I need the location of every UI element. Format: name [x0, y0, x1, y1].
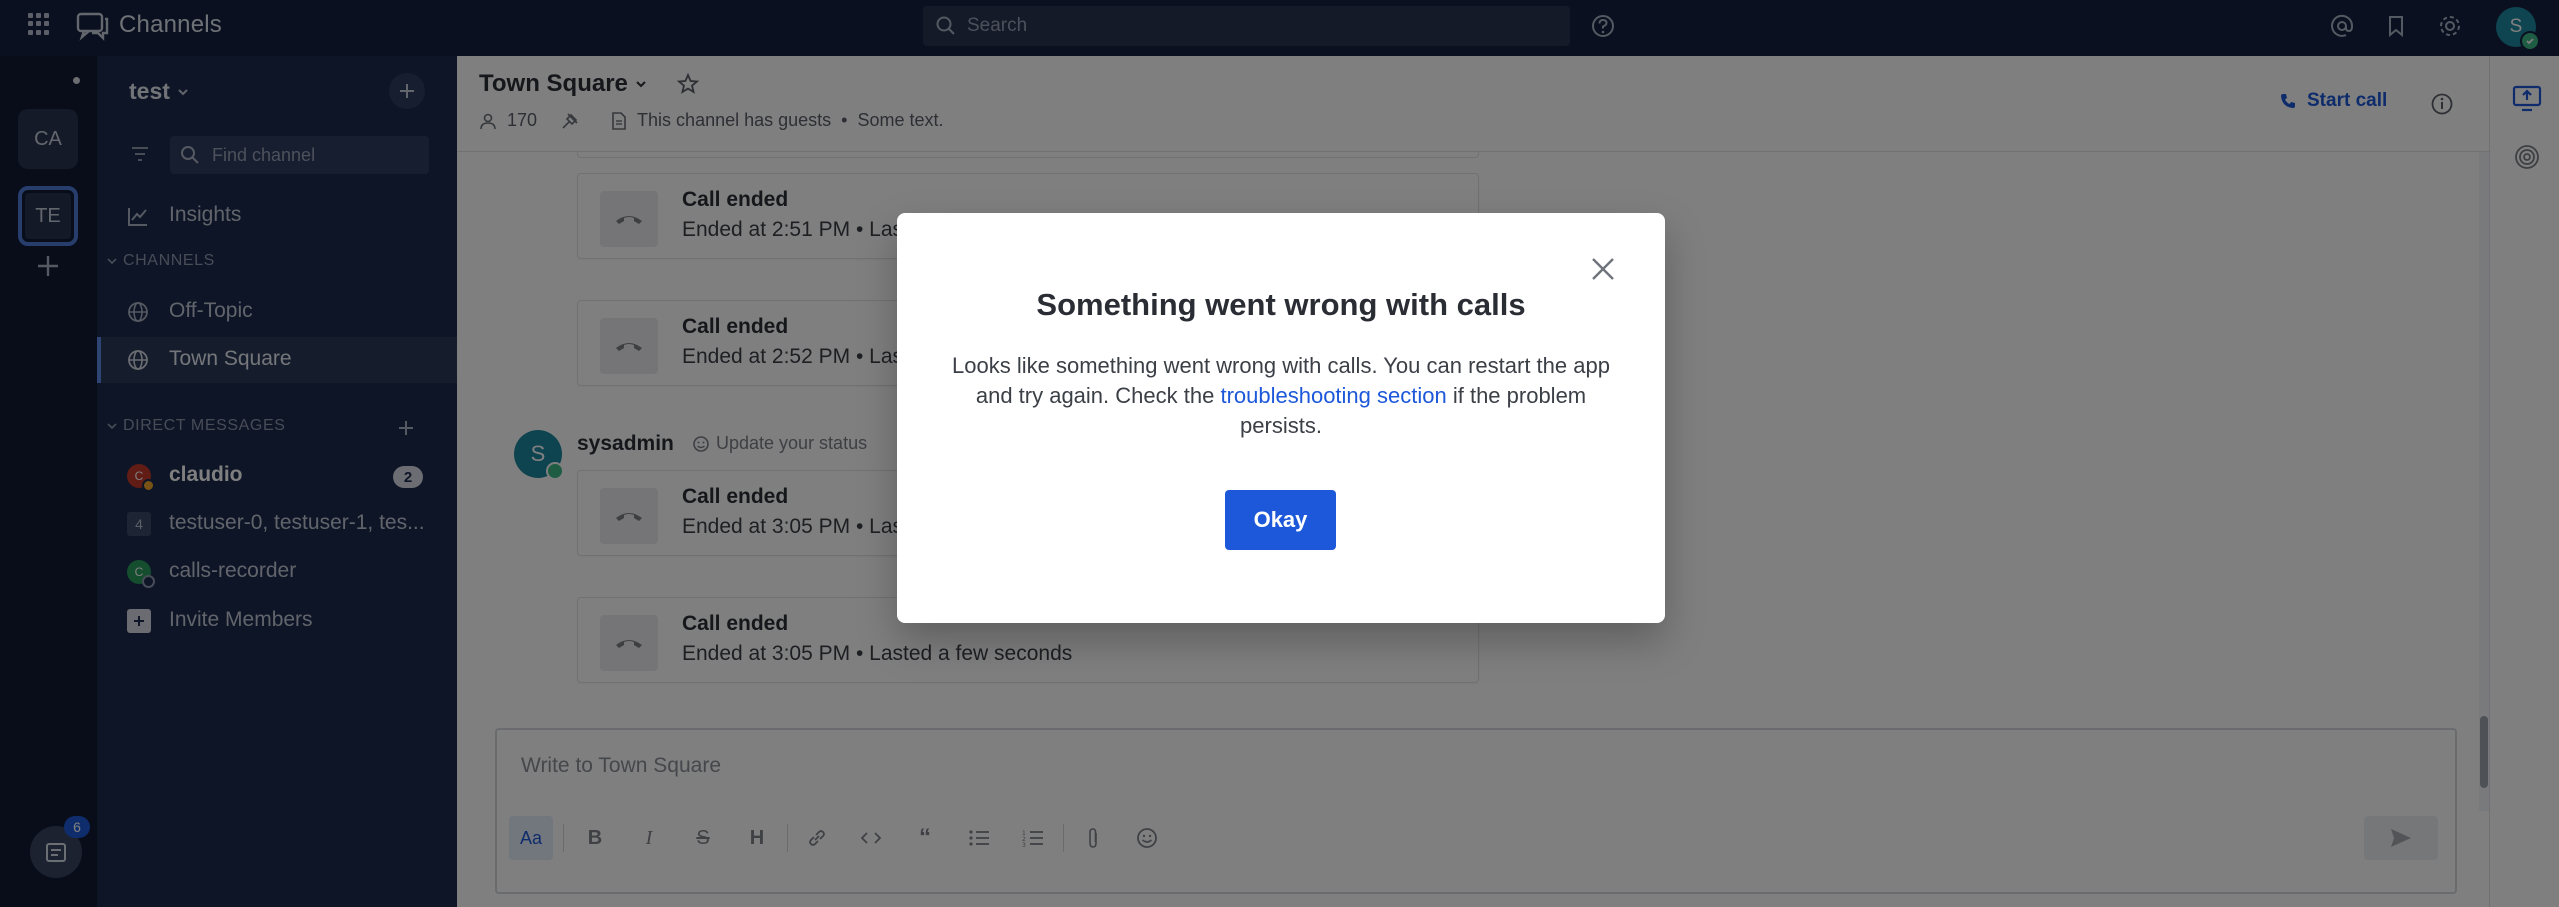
dialog-title: Something went wrong with calls [1036, 287, 1526, 322]
okay-button[interactable]: Okay [1225, 490, 1336, 550]
troubleshooting-link[interactable]: troubleshooting section [1220, 383, 1446, 408]
dialog-body: Looks like something went wrong with cal… [952, 353, 1610, 438]
close-icon[interactable] [1589, 255, 1617, 283]
calls-error-dialog: Something went wrong with calls Looks li… [897, 213, 1665, 623]
